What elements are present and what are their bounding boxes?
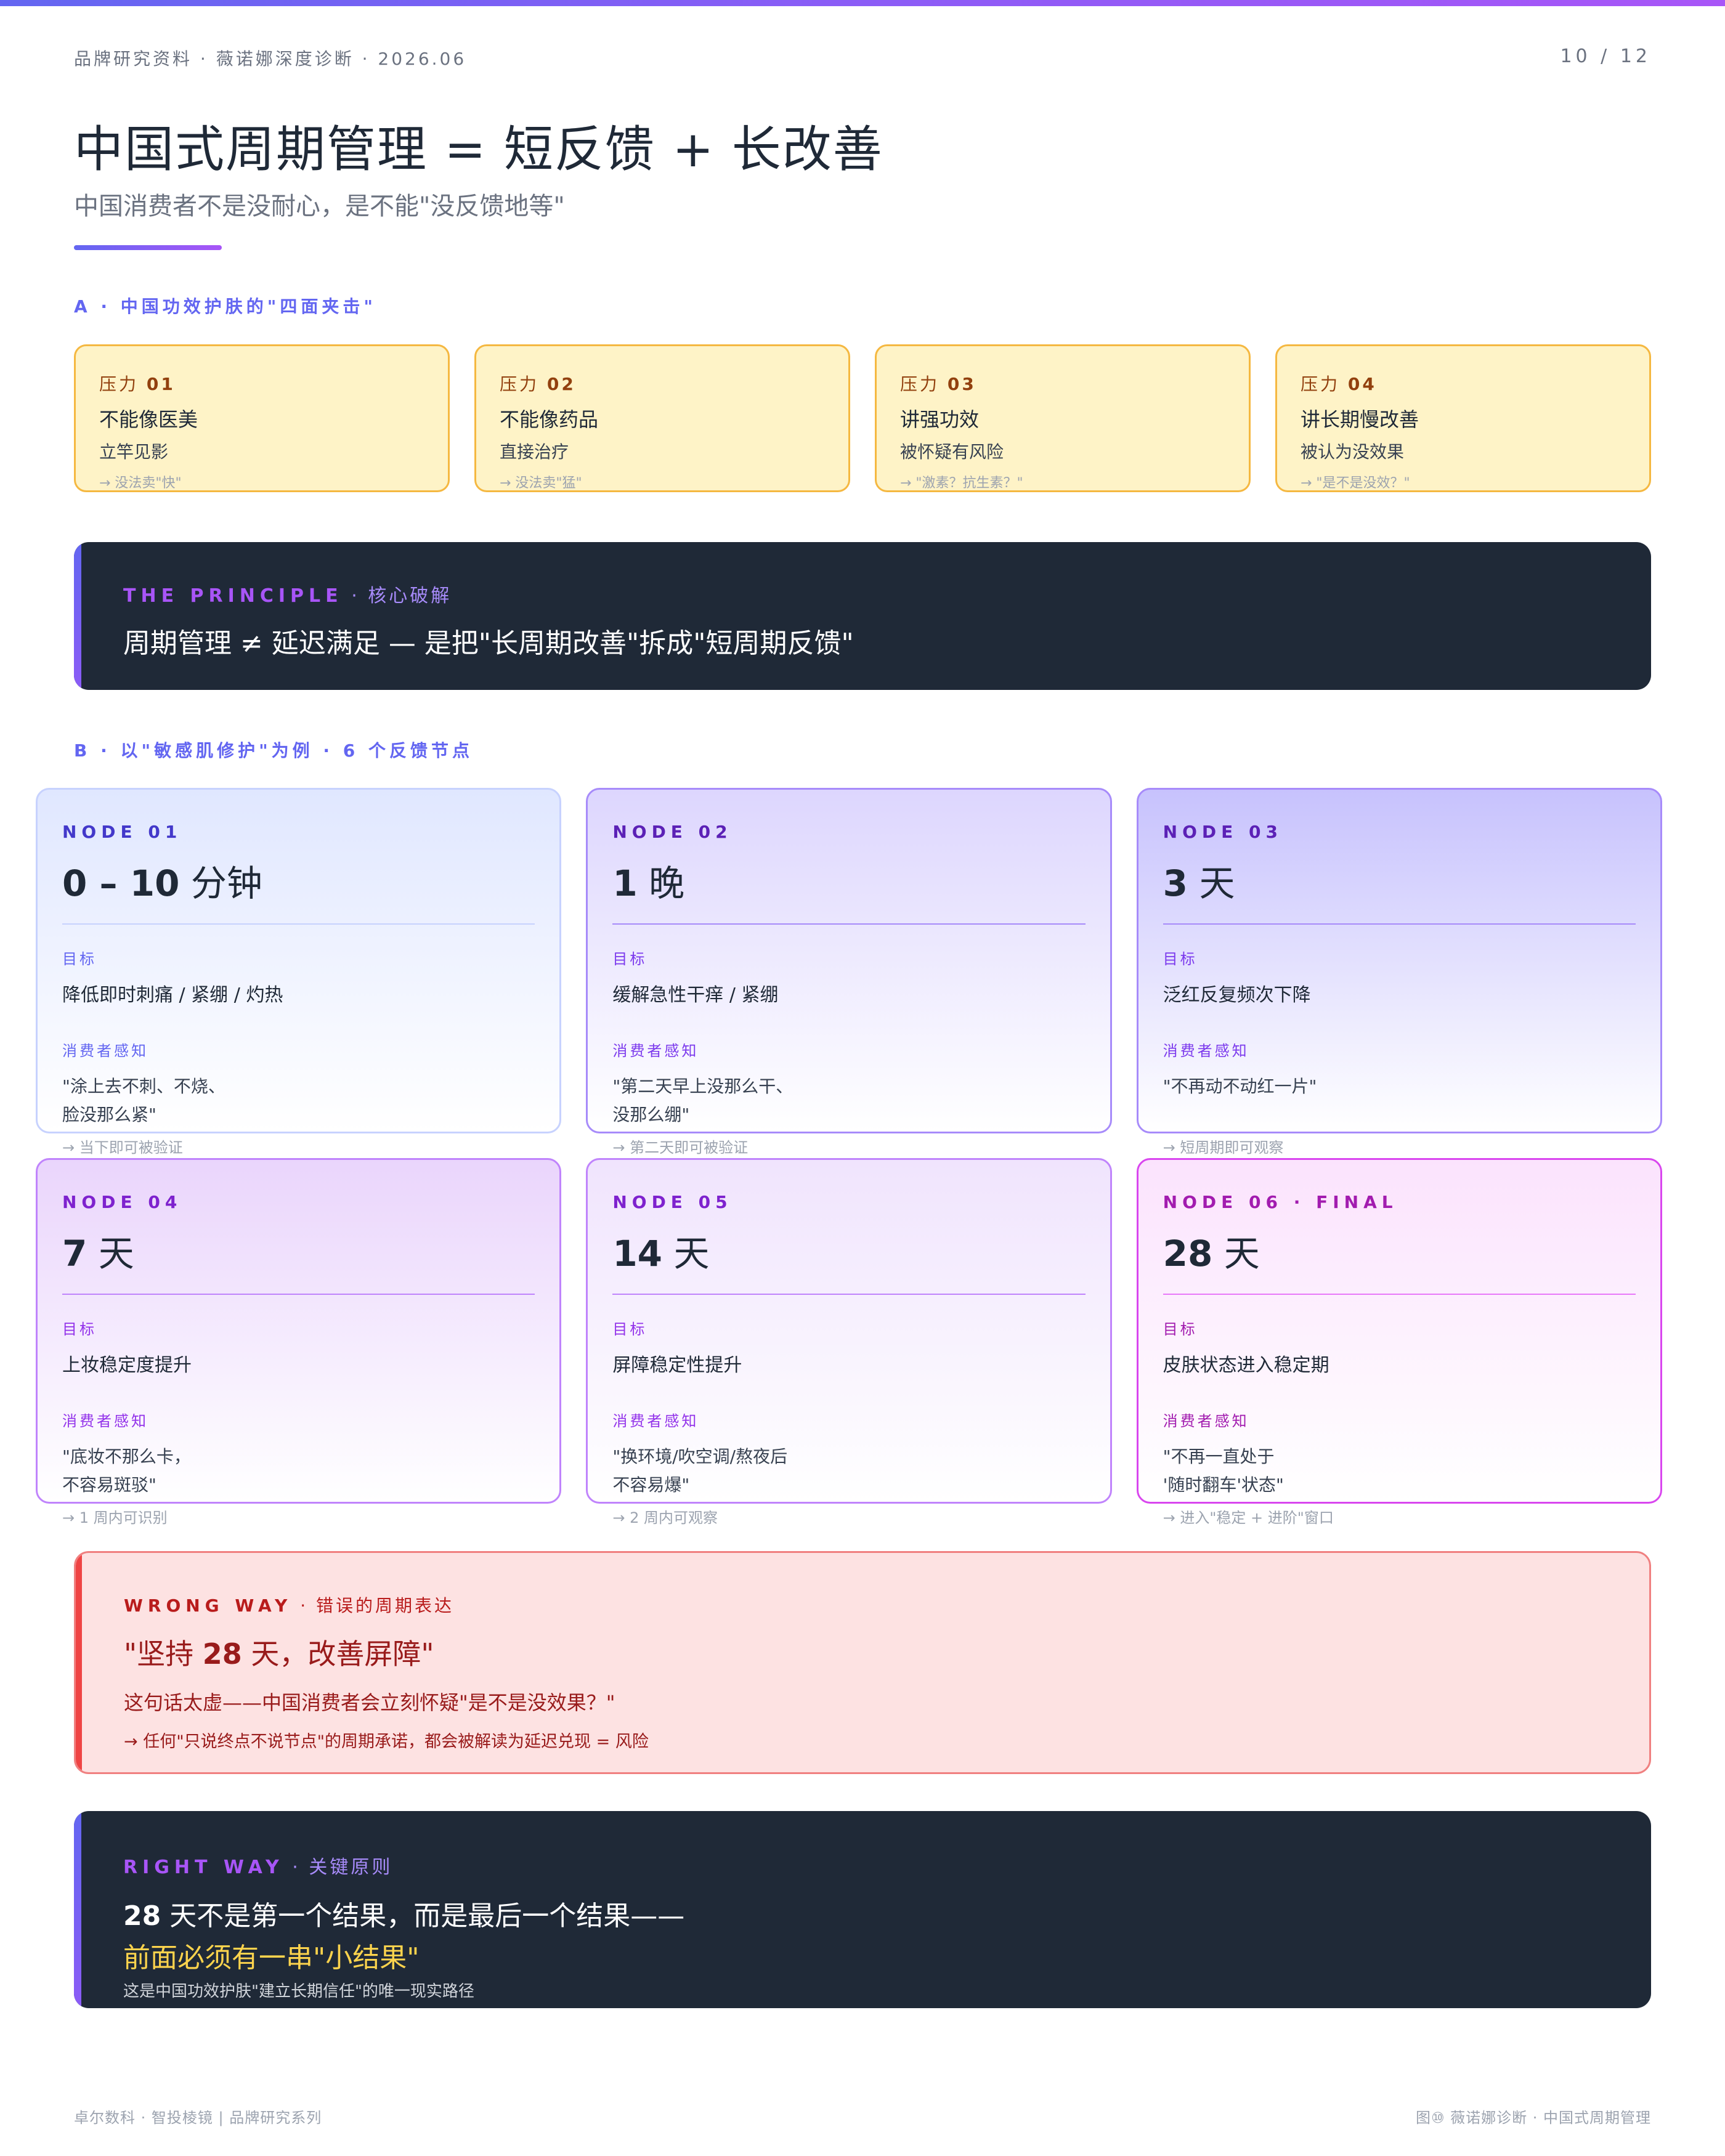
section-a-label: A · 中国功效护肤的"四面夹击" — [74, 296, 376, 317]
node-goal: 泛红反复频次下降 — [1163, 984, 1311, 1006]
pressure-sub: 被怀疑有风险 — [900, 442, 1004, 462]
principle-text: 周期管理 ≠ 延迟满足 — 是把"长周期改善"拆成"短周期反馈" — [123, 628, 854, 659]
node-kicker: NODE 01 — [62, 822, 182, 842]
footer-right: 图⑩ 薇诺娜诊断 · 中国式周期管理 — [1415, 2109, 1651, 2126]
node-goal: 屏障稳定性提升 — [612, 1355, 742, 1376]
wrong-way-callout: WRONG WAY · 错误的周期表达 "坚持 28 天，改善屏障" 这句话太虚… — [74, 1551, 1651, 1774]
node-note: → 当下即可被验证 — [62, 1139, 183, 1156]
node-card: NODE 02 1 晚 目标 缓解急性干痒 / 紧绷 消费者感知 "第二天早上没… — [586, 788, 1112, 1156]
pressure-note: → 没法卖"猛" — [500, 476, 582, 491]
pressure-tag: 压力 01 — [99, 374, 176, 394]
section-b-label: B · 以"敏感肌修护"为例 · 6 个反馈节点 — [74, 740, 474, 761]
node-divider — [612, 1294, 1086, 1295]
node-goal: 缓解急性干痒 / 紧绷 — [612, 984, 779, 1006]
node-time: 28 天 — [1163, 1233, 1260, 1275]
goal-label: 目标 — [62, 1321, 97, 1338]
page-title: 中国式周期管理 = 短反馈 + 长改善 — [74, 121, 883, 178]
node-quote: "涂上去不刺、不烧、 脸没那么紧" — [62, 1076, 225, 1125]
right-way-line1: 28 天不是第一个结果，而是最后一个结果—— — [123, 1900, 685, 1932]
node-divider — [62, 923, 535, 925]
perception-label: 消费者感知 — [1163, 1412, 1249, 1430]
header-meta: 品牌研究资料 · 薇诺娜深度诊断 · 2026.06 — [74, 49, 467, 69]
node-kicker: NODE 04 — [62, 1192, 182, 1212]
right-way-line3: 这是中国功效护肤"建立长期信任"的唯一现实路径 — [123, 1982, 474, 2001]
node-note: → 1 周内可识别 — [62, 1509, 168, 1526]
node-kicker: NODE 02 — [612, 822, 733, 842]
node-card: NODE 03 3 天 目标 泛红反复频次下降 消费者感知 "不再动不动红一片"… — [1136, 788, 1662, 1156]
pressure-note: → "是不是没效？" — [1301, 476, 1410, 491]
node-quote: "换环境/吹空调/熬夜后 不容易爆" — [612, 1446, 788, 1495]
feedback-node-grid: NODE 01 0 – 10 分钟 目标 降低即时刺痛 / 紧绷 / 灼热 消费… — [36, 788, 1662, 1526]
wrong-way-kicker: WRONG WAY · 错误的周期表达 — [124, 1595, 455, 1616]
node-note: → 进入"稳定 + 进阶"窗口 — [1163, 1509, 1334, 1526]
node-quote: "不再一直处于 '随时翻车'状态" — [1163, 1446, 1284, 1495]
node-card: NODE 04 7 天 目标 上妆稳定度提升 消费者感知 "底妆不那么卡， 不容易… — [36, 1158, 562, 1526]
node-divider — [62, 1294, 535, 1295]
node-time: 14 天 — [612, 1233, 710, 1275]
node-quote: "第二天早上没那么干、 没那么绷" — [612, 1076, 794, 1125]
perception-label: 消费者感知 — [62, 1412, 148, 1430]
node-kicker: NODE 06 · FINAL — [1163, 1192, 1398, 1212]
pressure-tag: 压力 03 — [900, 374, 976, 394]
perception-label: 消费者感知 — [612, 1042, 699, 1060]
right-way-line2: 前面必须有一串"小结果" — [123, 1942, 420, 1974]
perception-label: 消费者感知 — [1163, 1042, 1249, 1060]
node-kicker: NODE 05 — [612, 1192, 733, 1212]
node-time: 1 晚 — [612, 862, 685, 904]
perception-label: 消费者感知 — [612, 1412, 699, 1430]
title-underline — [74, 245, 222, 250]
node-time: 7 天 — [62, 1233, 134, 1275]
node-kicker: NODE 03 — [1163, 822, 1283, 842]
node-goal: 皮肤状态进入稳定期 — [1163, 1355, 1329, 1376]
goal-label: 目标 — [1163, 1321, 1198, 1338]
node-divider — [612, 923, 1086, 925]
node-divider — [1163, 923, 1636, 925]
node-card: NODE 01 0 – 10 分钟 目标 降低即时刺痛 / 紧绷 / 灼热 消费… — [36, 788, 562, 1156]
wrong-way-note: → 任何"只说终点不说节点"的周期承诺，都会被解读为延迟兑现 = 风险 — [124, 1732, 649, 1751]
goal-label: 目标 — [612, 1321, 647, 1338]
node-goal: 降低即时刺痛 / 紧绷 / 灼热 — [62, 984, 283, 1006]
wrong-way-headline: "坚持 28 天，改善屏障" — [124, 1637, 434, 1671]
footer-left: 卓尔数科 · 智投棱镜 | 品牌研究系列 — [74, 2109, 322, 2126]
pressure-note: → 没法卖"快" — [99, 476, 182, 491]
pressure-sub: 直接治疗 — [500, 442, 569, 462]
right-way-kicker: RIGHT WAY · 关键原则 — [123, 1857, 393, 1878]
node-card: NODE 06 · FINAL 28 天 目标 皮肤状态进入稳定期 消费者感知 … — [1136, 1158, 1662, 1526]
pressure-card: 压力 03 讲强功效 被怀疑有风险 → "激素？抗生素？" — [875, 344, 1251, 492]
node-card: NODE 05 14 天 目标 屏障稳定性提升 消费者感知 "换环境/吹空调/熬… — [586, 1158, 1112, 1526]
node-note: → 第二天即可被验证 — [612, 1139, 749, 1156]
pressure-note: → "激素？抗生素？" — [900, 476, 1023, 491]
pressure-card: 压力 01 不能像医美 立竿见影 → 没法卖"快" — [74, 344, 450, 492]
node-quote: "底妆不那么卡， 不容易斑驳" — [62, 1446, 191, 1495]
node-note: → 2 周内可观察 — [612, 1509, 718, 1526]
node-time: 3 天 — [1163, 862, 1235, 904]
goal-label: 目标 — [612, 950, 647, 968]
right-way-banner: RIGHT WAY · 关键原则 28 天不是第一个结果，而是最后一个结果—— … — [74, 1811, 1651, 2008]
perception-label: 消费者感知 — [62, 1042, 148, 1060]
wrong-way-body: 这句话太虚——中国消费者会立刻怀疑"是不是没效果？" — [124, 1691, 615, 1714]
pressure-cards: 压力 01 不能像医美 立竿见影 → 没法卖"快" 压力 02 不能像药品 直接… — [74, 344, 1651, 492]
pressure-main: 不能像医美 — [99, 408, 198, 431]
principle-banner: THE PRINCIPLE · 核心破解 周期管理 ≠ 延迟满足 — 是把"长周… — [74, 542, 1651, 690]
pressure-sub: 立竿见影 — [99, 442, 169, 462]
pressure-main: 讲长期慢改善 — [1301, 408, 1419, 431]
goal-label: 目标 — [62, 950, 97, 968]
node-time: 0 – 10 分钟 — [62, 862, 262, 904]
node-note: → 短周期即可观察 — [1163, 1139, 1284, 1156]
node-goal: 上妆稳定度提升 — [62, 1355, 192, 1376]
top-accent-bar — [0, 0, 1725, 6]
pressure-sub: 被认为没效果 — [1301, 442, 1405, 462]
pressure-card: 压力 02 不能像药品 直接治疗 → 没法卖"猛" — [474, 344, 850, 492]
goal-label: 目标 — [1163, 950, 1198, 968]
page-subtitle: 中国消费者不是没耐心，是不能"没反馈地等" — [74, 192, 565, 221]
node-quote: "不再动不动红一片" — [1163, 1076, 1317, 1096]
pressure-tag: 压力 04 — [1301, 374, 1377, 394]
pressure-card: 压力 04 讲长期慢改善 被认为没效果 → "是不是没效？" — [1275, 344, 1651, 492]
page-number: 10 / 12 — [1560, 46, 1651, 67]
pressure-tag: 压力 02 — [500, 374, 576, 394]
node-divider — [1163, 1294, 1636, 1295]
pressure-main: 不能像药品 — [500, 408, 599, 431]
principle-kicker: THE PRINCIPLE · 核心破解 — [123, 585, 452, 607]
pressure-main: 讲强功效 — [900, 408, 980, 431]
